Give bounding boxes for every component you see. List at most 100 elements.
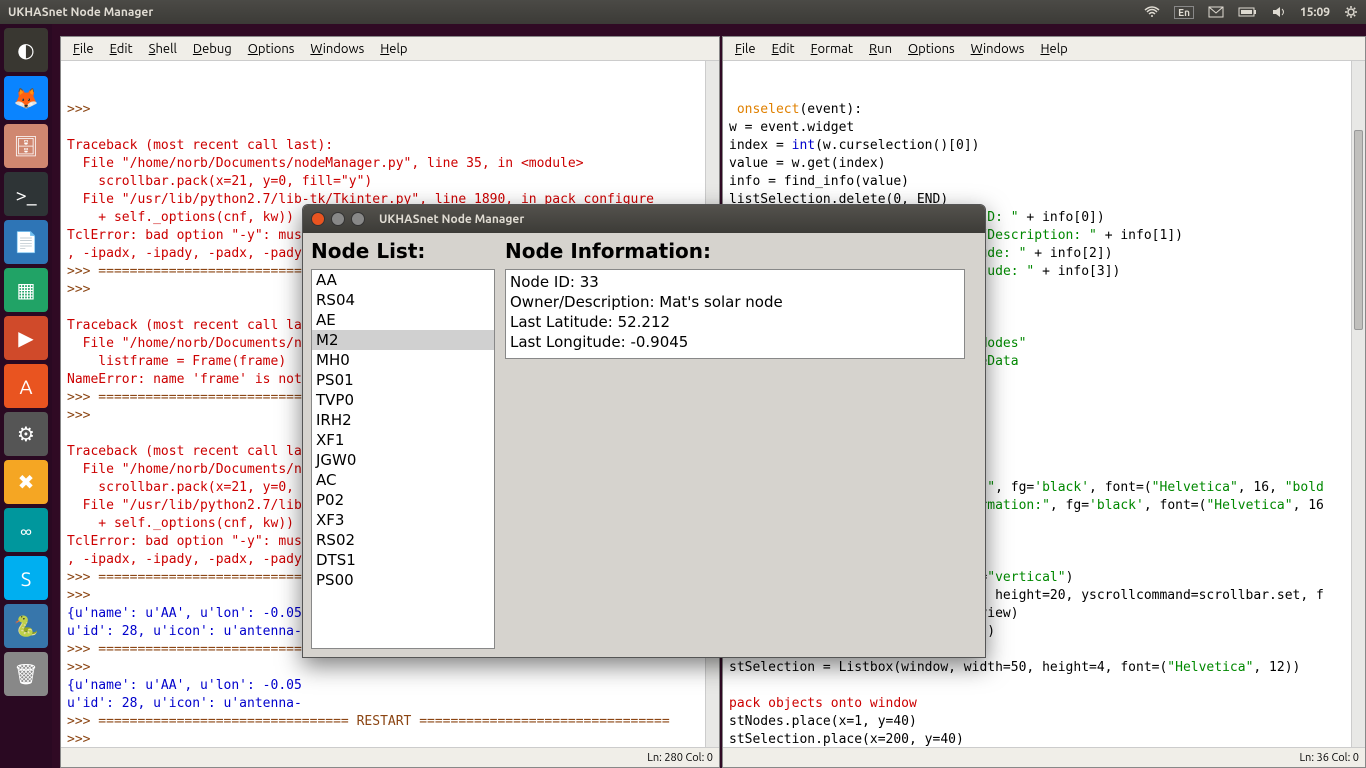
info-lon: Last Longitude: -0.9045 (510, 332, 960, 352)
unity-launcher: ◐🦊🗄>_📄▦▶A⚙✖∞S🐍🗑 (0, 24, 52, 768)
minimize-icon[interactable] (331, 212, 345, 226)
launcher-arduino[interactable]: ∞ (4, 508, 48, 552)
editor-line: w = event.widget (729, 119, 1359, 137)
editor-line: stNodes.place(x=1, y=40) (729, 713, 1359, 731)
shell-line: >>> ================================ RES… (67, 713, 713, 731)
editor-col: Col: 0 (1332, 752, 1360, 764)
node-manager-window: UKHASnet Node Manager Node List: AARS04A… (302, 204, 986, 658)
editor-line (729, 677, 1359, 695)
menu-edit[interactable]: Edit (104, 40, 139, 58)
editor-line: info = find_info(value) (729, 173, 1359, 191)
shell-line: u'id': 28, u'icon': u'antenna- (67, 695, 713, 713)
info-node-id: Node ID: 33 (510, 272, 960, 292)
node-item[interactable]: XF3 (312, 510, 494, 530)
wifi-icon[interactable] (1144, 6, 1160, 18)
launcher-trash[interactable]: 🗑 (4, 652, 48, 696)
node-item[interactable]: P02 (312, 490, 494, 510)
shell-line: >>> (67, 659, 713, 677)
launcher-writer[interactable]: 📄 (4, 220, 48, 264)
menu-windows[interactable]: Windows (304, 40, 370, 58)
shell-line: scrollbar.pack(x=21, y=0, fill="y") (67, 173, 713, 191)
shell-statusbar: Ln: 280 Col: 0 (61, 747, 719, 767)
node-list-column: Node List: AARS04AEM2MH0PS01TVP0IRH2XF1J… (311, 239, 495, 651)
editor-line: onselect(event): (729, 101, 1359, 119)
node-item[interactable]: IRH2 (312, 410, 494, 430)
node-info-label: Node Information: (505, 239, 965, 263)
menu-file[interactable]: File (67, 40, 100, 58)
shell-line: >>> (67, 731, 713, 747)
shell-line: File "/home/norb/Documents/nodeManager.p… (67, 155, 713, 173)
node-item[interactable]: M2 (312, 330, 494, 350)
launcher-software[interactable]: A (4, 364, 48, 408)
launcher-calc[interactable]: ▦ (4, 268, 48, 312)
editor-line: pack objects onto window (729, 695, 1359, 713)
mail-icon[interactable] (1208, 6, 1224, 18)
node-item[interactable]: TVP0 (312, 390, 494, 410)
close-icon[interactable] (311, 212, 325, 226)
launcher-firefox[interactable]: 🦊 (4, 76, 48, 120)
gear-icon[interactable] (1344, 5, 1358, 19)
info-owner: Owner/Description: Mat's solar node (510, 292, 960, 312)
shell-line: Traceback (most recent call last): (67, 137, 713, 155)
menu-windows[interactable]: Windows (965, 40, 1031, 58)
active-window-title: UKHASnet Node Manager (8, 6, 1144, 19)
node-item[interactable]: AA (312, 270, 494, 290)
editor-menubar: FileEditFormatRunOptionsWindowsHelp (723, 37, 1365, 61)
menu-help[interactable]: Help (374, 40, 413, 58)
shell-menubar: FileEditShellDebugOptionsWindowsHelp (61, 37, 719, 61)
menu-edit[interactable]: Edit (766, 40, 801, 58)
shell-line: >>> (67, 101, 713, 119)
shell-line: {u'name': u'AA', u'lon': -0.05 (67, 677, 713, 695)
node-item[interactable]: XF1 (312, 430, 494, 450)
maximize-icon[interactable] (351, 212, 365, 226)
node-item[interactable]: AC (312, 470, 494, 490)
menu-help[interactable]: Help (1034, 40, 1073, 58)
menu-file[interactable]: File (729, 40, 762, 58)
top-panel: UKHASnet Node Manager En 15:09 (0, 0, 1366, 24)
launcher-xchat[interactable]: ✖ (4, 460, 48, 504)
node-item[interactable]: RS02 (312, 530, 494, 550)
editor-line: index = int(w.curselection()[0]) (729, 137, 1359, 155)
node-item[interactable]: DTS1 (312, 550, 494, 570)
nm-titlebar[interactable]: UKHASnet Node Manager (303, 205, 985, 233)
node-item[interactable]: RS04 (312, 290, 494, 310)
launcher-files[interactable]: 🗄 (4, 124, 48, 168)
launcher-python[interactable]: 🐍 (4, 604, 48, 648)
shell-ln: Ln: 280 (647, 752, 683, 764)
editor-line: stSelection = Listbox(window, width=50, … (729, 659, 1359, 677)
menu-run[interactable]: Run (863, 40, 898, 58)
node-item[interactable]: JGW0 (312, 450, 494, 470)
menu-debug[interactable]: Debug (187, 40, 238, 58)
launcher-settings[interactable]: ⚙ (4, 412, 48, 456)
editor-statusbar: Ln: 36 Col: 0 (723, 747, 1365, 767)
shell-col: Col: 0 (686, 752, 714, 764)
launcher-impress[interactable]: ▶ (4, 316, 48, 360)
shell-line (67, 119, 713, 137)
menu-options[interactable]: Options (242, 40, 301, 58)
node-info-listbox[interactable]: Node ID: 33 Owner/Description: Mat's sol… (505, 269, 965, 359)
menu-options[interactable]: Options (902, 40, 961, 58)
editor-ln: Ln: 36 (1299, 752, 1329, 764)
menu-shell[interactable]: Shell (143, 40, 183, 58)
volume-icon[interactable] (1272, 6, 1286, 18)
launcher-dash[interactable]: ◐ (4, 28, 48, 72)
editor-line: stSelection.place(x=200, y=40) (729, 731, 1359, 747)
node-item[interactable]: PS01 (312, 370, 494, 390)
node-listbox[interactable]: AARS04AEM2MH0PS01TVP0IRH2XF1JGW0ACP02XF3… (311, 269, 495, 649)
nm-title: UKHASnet Node Manager (379, 213, 524, 226)
battery-icon[interactable] (1238, 7, 1258, 17)
node-item[interactable]: AE (312, 310, 494, 330)
node-item[interactable]: MH0 (312, 350, 494, 370)
launcher-skype[interactable]: S (4, 556, 48, 600)
keyboard-lang[interactable]: En (1174, 6, 1194, 19)
node-info-column: Node Information: Node ID: 33 Owner/Desc… (505, 239, 965, 651)
menu-format[interactable]: Format (805, 40, 859, 58)
launcher-terminal[interactable]: >_ (4, 172, 48, 216)
editor-line: value = w.get(index) (729, 155, 1359, 173)
editor-scrollbar[interactable] (1351, 61, 1365, 747)
info-lat: Last Latitude: 52.212 (510, 312, 960, 332)
node-list-label: Node List: (311, 239, 495, 263)
system-tray: En 15:09 (1144, 5, 1358, 19)
clock[interactable]: 15:09 (1300, 6, 1330, 19)
node-item[interactable]: PS00 (312, 570, 494, 590)
